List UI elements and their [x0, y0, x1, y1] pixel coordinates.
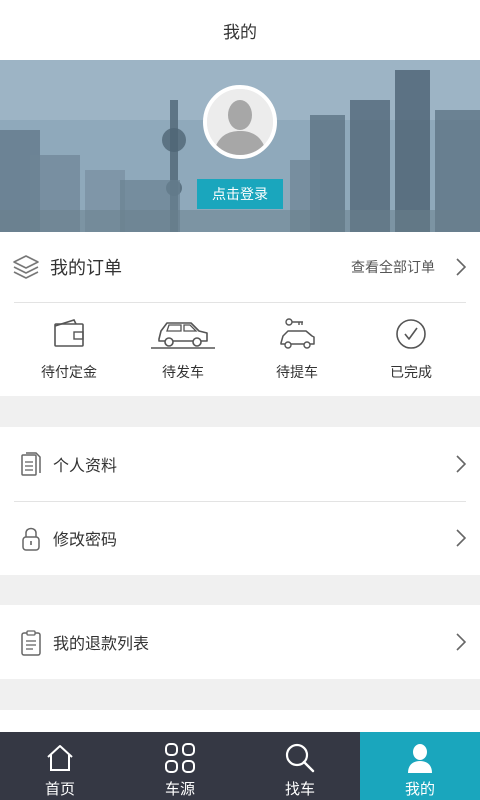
tab-home[interactable]: 首页 — [0, 732, 120, 800]
home-icon — [47, 745, 73, 771]
tab-label: 首页 — [44, 780, 75, 798]
tab-find-car[interactable]: 找车 — [240, 732, 360, 800]
lock-icon — [22, 527, 40, 551]
next-card-edge — [0, 710, 480, 732]
menu-item-label: 个人资料 — [53, 456, 118, 475]
login-button[interactable]: 点击登录 — [197, 179, 283, 209]
orders-title: 我的订单 — [50, 258, 122, 279]
menu-item-label: 修改密码 — [53, 530, 118, 549]
divider — [14, 302, 466, 303]
status-pending-dispatch[interactable]: 待发车 — [126, 304, 240, 394]
status-label: 待付定金 — [41, 365, 97, 381]
menu-item-profile[interactable]: 个人资料 — [0, 427, 480, 501]
tab-label: 我的 — [404, 780, 435, 798]
chevron-right-icon — [456, 633, 466, 651]
refunds-card: 我的退款列表 — [0, 605, 480, 679]
menu-item-label: 我的退款列表 — [53, 634, 150, 653]
car-icon — [151, 322, 215, 349]
status-label: 已完成 — [390, 365, 432, 381]
tab-label: 找车 — [284, 780, 315, 798]
chevron-right-icon — [456, 529, 466, 547]
status-pending-deposit[interactable]: 待付定金 — [12, 304, 126, 394]
check-circle-icon — [396, 319, 426, 349]
chevron-right-icon — [456, 258, 466, 276]
status-label: 待提车 — [276, 365, 318, 381]
account-menu-card: 个人资料 修改密码 — [0, 427, 480, 575]
menu-item-refunds[interactable]: 我的退款列表 — [0, 605, 480, 679]
layers-icon — [13, 255, 39, 279]
grid-icon — [165, 743, 195, 773]
car-key-icon — [280, 318, 315, 349]
wallet-icon — [54, 319, 84, 347]
tab-label: 车源 — [164, 780, 195, 798]
tab-car-source[interactable]: 车源 — [120, 732, 240, 800]
top-bar: 我的 — [0, 0, 480, 60]
bottom-tab-bar: 首页 车源 找车 我的 — [0, 732, 480, 800]
tab-mine[interactable]: 我的 — [360, 732, 480, 800]
order-status-row: 待付定金 待发车 待提车 已完成 — [0, 304, 480, 394]
page-title: 我的 — [223, 22, 257, 43]
menu-item-change-password[interactable]: 修改密码 — [0, 501, 480, 575]
document-icon — [21, 452, 41, 476]
profile-banner: 点击登录 — [0, 60, 480, 232]
avatar[interactable] — [203, 85, 277, 159]
orders-card: 我的订单 查看全部订单 待付定金 待发车 待提车 已完成 — [0, 232, 480, 396]
search-icon — [285, 743, 315, 773]
user-icon — [408, 744, 432, 773]
status-label: 待发车 — [162, 365, 204, 381]
status-pending-pickup[interactable]: 待提车 — [240, 304, 354, 394]
status-completed[interactable]: 已完成 — [354, 304, 468, 394]
user-silhouette-icon — [207, 89, 273, 155]
view-all-orders-link[interactable]: 查看全部订单 — [351, 257, 435, 277]
clipboard-icon — [21, 630, 41, 656]
orders-header[interactable]: 我的订单 查看全部订单 — [0, 232, 480, 302]
chevron-right-icon — [456, 455, 466, 473]
